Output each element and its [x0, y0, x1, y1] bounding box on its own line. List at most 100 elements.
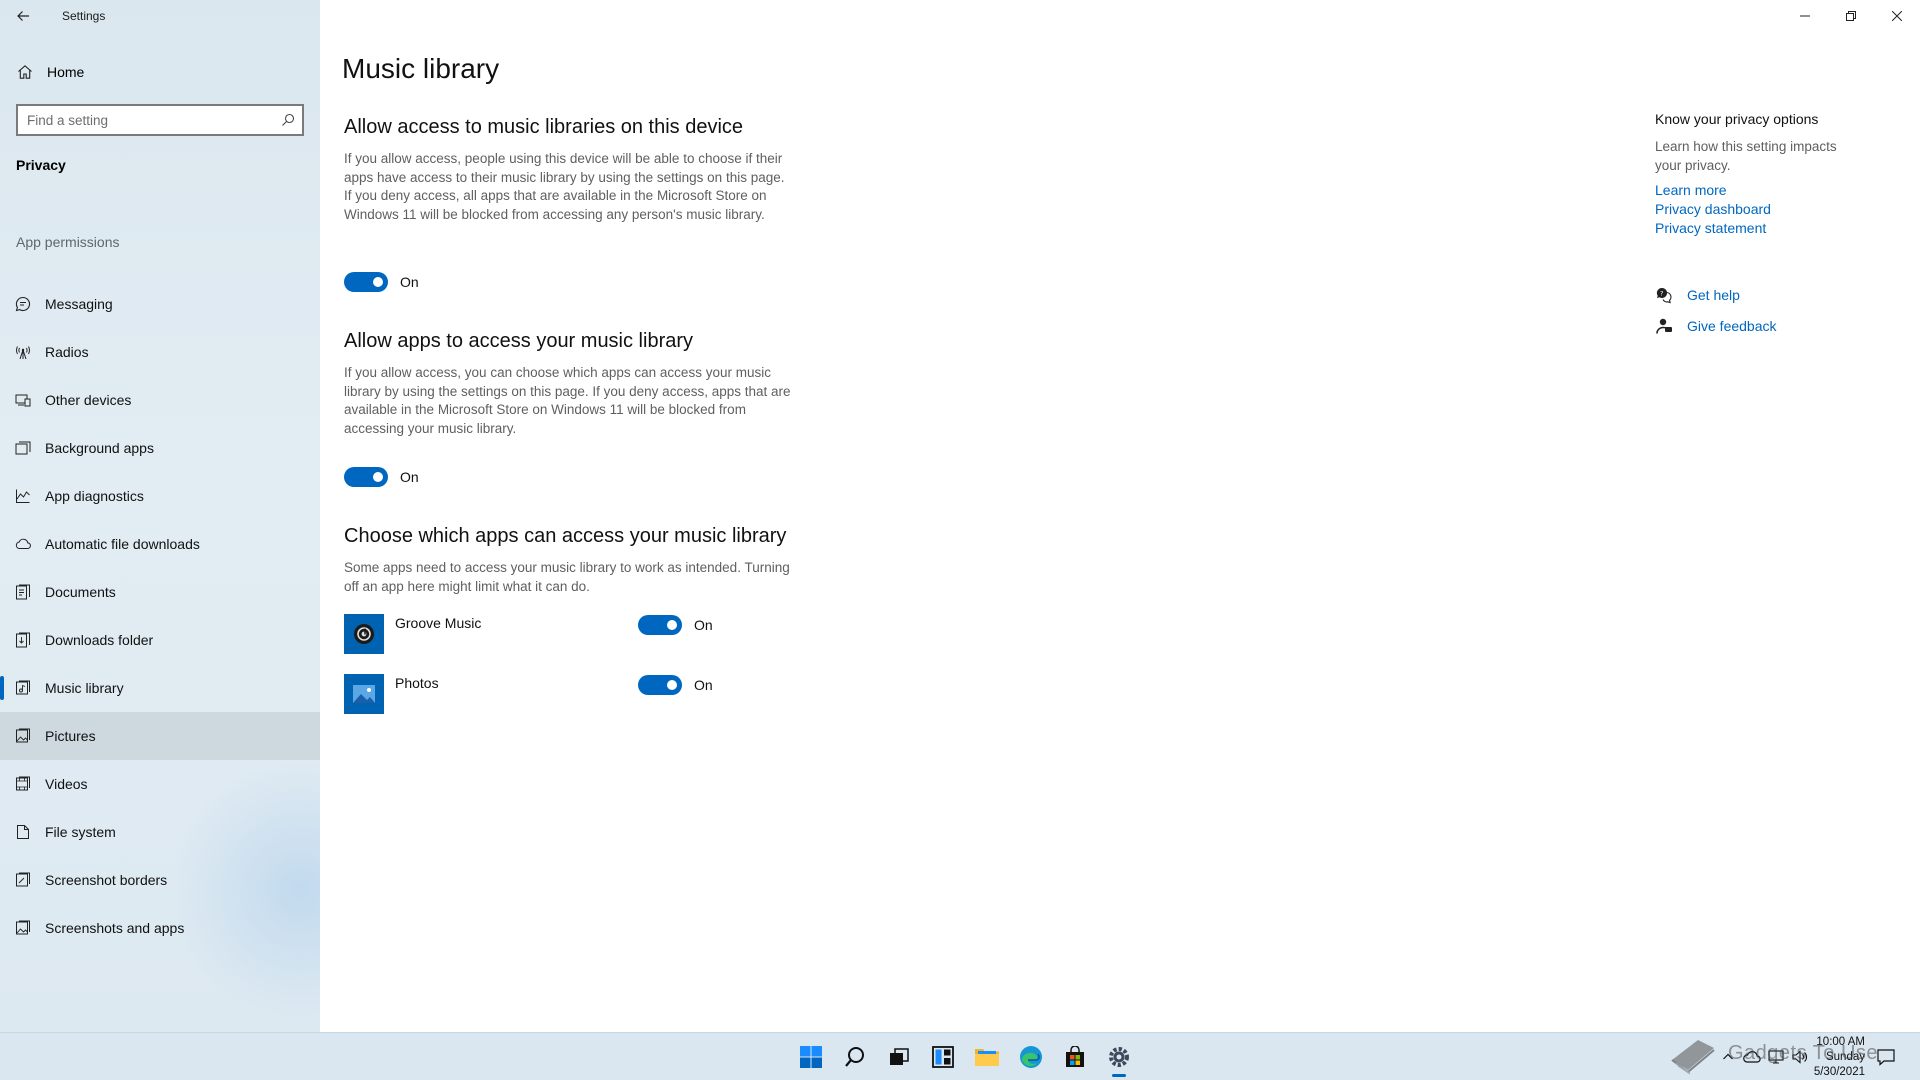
sidebar-item-messaging[interactable]: Messaging [0, 280, 320, 328]
taskbar-search-button[interactable] [833, 1033, 877, 1080]
groove-music-toggle[interactable]: On [638, 615, 713, 635]
chat-icon [15, 296, 31, 312]
toggle-switch[interactable] [344, 272, 388, 292]
settings-taskbar-button[interactable] [1097, 1033, 1141, 1080]
task-view-icon [890, 1048, 909, 1065]
task-view-button[interactable] [877, 1033, 921, 1080]
chevron-up-icon [1723, 1053, 1733, 1060]
toggle-state-label: On [694, 617, 713, 633]
edge-icon [1020, 1046, 1042, 1068]
sidebar-item-app-diagnostics[interactable]: App diagnostics [0, 472, 320, 520]
search-input[interactable] [18, 106, 281, 134]
sidebar-item-pictures[interactable]: Pictures [0, 712, 320, 760]
privacy-dashboard-link[interactable]: Privacy dashboard [1655, 201, 1771, 217]
clock-day: Sunday [1825, 1051, 1865, 1063]
app-access-toggle[interactable]: On [344, 467, 419, 487]
clock[interactable]: 10:00 AM Sunday 5/30/2021 [1795, 1033, 1865, 1080]
cloud-icon [15, 538, 31, 549]
sidebar-item-label: Messaging [45, 296, 113, 312]
svg-text:?: ? [1660, 290, 1663, 298]
show-hidden-icons-button[interactable] [1716, 1033, 1740, 1080]
app-title: Settings [62, 9, 106, 23]
sidebar-item-automatic-file-downloads[interactable]: Automatic file downloads [0, 520, 320, 568]
sidebar-item-radios[interactable]: Radios [0, 328, 320, 376]
chart-icon [16, 489, 30, 503]
document-icon [16, 584, 30, 600]
sidebar-item-label: Radios [45, 344, 89, 360]
onedrive-button[interactable] [1740, 1033, 1764, 1080]
store-icon [1066, 1046, 1084, 1067]
sidebar-item-label: Automatic file downloads [45, 536, 200, 552]
toggle-switch[interactable] [638, 615, 682, 635]
notification-icon[interactable] [1876, 1047, 1896, 1067]
app-row-photos: Photos On [344, 674, 744, 714]
sidebar-item-music-library[interactable]: Music library [0, 664, 320, 712]
restore-button[interactable] [1828, 0, 1874, 32]
app-row-groove-music: Groove Music On [344, 614, 744, 654]
help-chat-icon: ? [1656, 287, 1672, 304]
nav-list: Messaging Radios Other devices Backgroun… [0, 280, 320, 952]
sidebar-item-documents[interactable]: Documents [0, 568, 320, 616]
photos-toggle[interactable]: On [638, 675, 713, 695]
sidebar-item-other-devices[interactable]: Other devices [0, 376, 320, 424]
gear-icon [1109, 1047, 1129, 1067]
privacy-statement-link[interactable]: Privacy statement [1655, 220, 1766, 236]
sidebar-item-background-apps[interactable]: Background apps [0, 424, 320, 472]
photos-icon [353, 685, 375, 703]
close-icon [1892, 11, 1902, 21]
sidebar-item-file-system[interactable]: File system [0, 808, 320, 856]
search-box[interactable] [16, 104, 304, 136]
clock-date: 5/30/2021 [1813, 1066, 1865, 1078]
minimize-icon [1800, 15, 1810, 17]
screenshot-icon [16, 920, 30, 935]
section-title: Privacy [16, 157, 66, 173]
restore-icon [1846, 11, 1856, 21]
minimize-button[interactable] [1782, 0, 1828, 32]
home-nav-item[interactable]: Home [0, 56, 320, 88]
toggle-switch[interactable] [638, 675, 682, 695]
window-controls [1782, 0, 1920, 32]
section-description-app-access: If you allow access, you can choose whic… [344, 365, 791, 436]
give-feedback-link[interactable]: Give feedback [1655, 317, 1777, 335]
antenna-icon [16, 346, 30, 360]
widgets-button[interactable] [921, 1033, 965, 1080]
store-button[interactable] [1053, 1033, 1097, 1080]
toggle-switch[interactable] [344, 467, 388, 487]
background-apps-icon [15, 441, 31, 455]
learn-more-link[interactable]: Learn more [1655, 182, 1727, 198]
sidebar-item-downloads-folder[interactable]: Downloads folder [0, 616, 320, 664]
back-arrow-icon [17, 11, 29, 21]
title-bar: Settings [0, 0, 105, 32]
sidebar-item-videos[interactable]: Videos [0, 760, 320, 808]
sidebar: Settings Home Privacy App permissions Me… [0, 0, 320, 1032]
download-folder-icon [16, 632, 30, 648]
picture-icon [16, 728, 30, 743]
sidebar-item-screenshot-borders[interactable]: Screenshot borders [0, 856, 320, 904]
section-heading-choose-apps: Choose which apps can access your music … [344, 525, 787, 547]
start-button[interactable] [789, 1033, 833, 1080]
get-help-link[interactable]: ? Get help [1655, 286, 1740, 304]
section-heading-device-access: Allow access to music libraries on this … [344, 116, 744, 138]
sidebar-item-label: Screenshot borders [45, 872, 168, 888]
device-access-toggle[interactable]: On [344, 272, 419, 292]
home-icon [18, 65, 32, 79]
sidebar-item-screenshots-and-apps[interactable]: Screenshots and apps [0, 904, 320, 952]
sidebar-item-label: Downloads folder [45, 632, 154, 648]
network-button[interactable] [1764, 1033, 1788, 1080]
file-explorer-button[interactable] [965, 1033, 1009, 1080]
feedback-person-icon [1656, 318, 1672, 334]
group-title: App permissions [16, 234, 120, 250]
sidebar-item-label: Documents [45, 584, 116, 600]
close-button[interactable] [1874, 0, 1920, 32]
search-icon[interactable] [281, 113, 295, 127]
edge-browser-button[interactable] [1009, 1033, 1053, 1080]
taskbar: 10:00 AM Sunday 5/30/2021 [0, 1032, 1920, 1080]
sidebar-item-label: Background apps [45, 440, 154, 456]
taskbar-icons [789, 1033, 1141, 1080]
back-button[interactable] [0, 0, 46, 32]
search-icon [845, 1047, 864, 1067]
devices-icon [15, 394, 31, 407]
toggle-state-label: On [400, 469, 419, 485]
video-icon [16, 776, 30, 791]
section-heading-app-access: Allow apps to access your music library [344, 330, 694, 352]
